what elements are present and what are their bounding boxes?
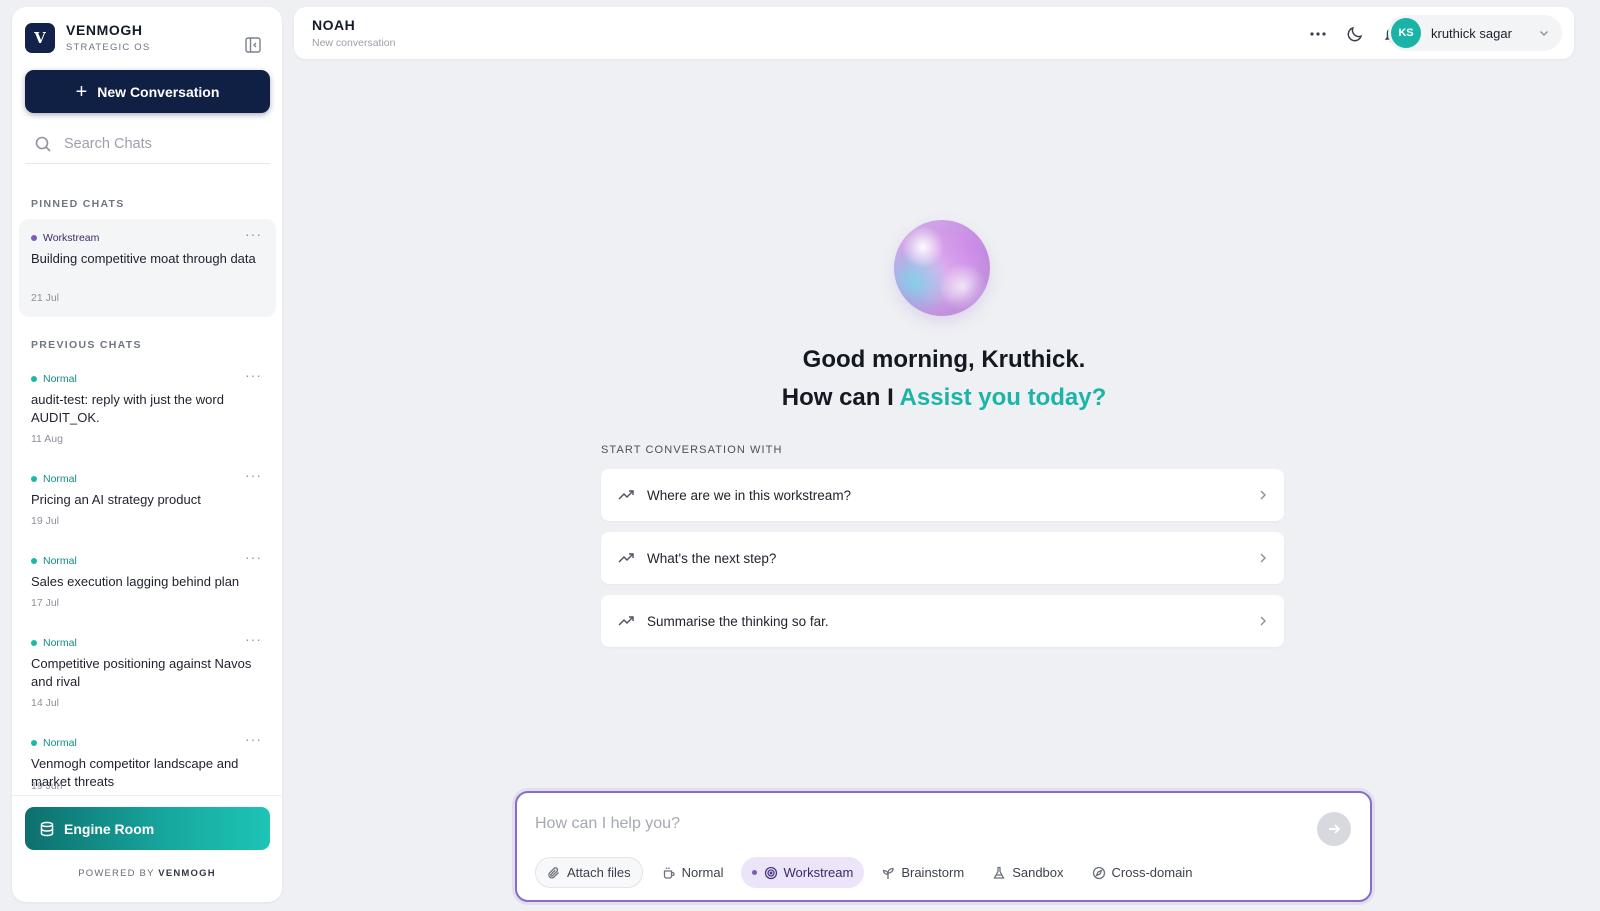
sidebar: V VENMOGH STRATEGIC OS + New Conversatio… (12, 7, 282, 902)
suggestion-card[interactable]: What's the next step? (601, 532, 1284, 584)
chat-item[interactable]: Normal ··· Pricing an AI strategy produc… (19, 460, 276, 534)
message-composer: Attach files Normal Workstream (515, 791, 1372, 902)
previous-chats-label: PREVIOUS CHATS (31, 339, 142, 351)
chat-title: Building competitive moat through data (31, 251, 256, 266)
chat-date: 17 Jul (31, 597, 60, 609)
database-icon (39, 821, 55, 837)
start-conversation-label: START CONVERSATION WITH (601, 444, 783, 456)
chevron-right-icon (1258, 552, 1268, 564)
compass-icon (1092, 866, 1106, 880)
chat-title: Competitive positioning against Navos an… (31, 656, 252, 689)
mode-normal-button[interactable]: Normal (651, 857, 735, 888)
sidebar-divider (12, 795, 282, 796)
brand-name: VENMOGH (66, 22, 143, 38)
chat-title: Venmogh competitor landscape and market … (31, 756, 239, 789)
new-conversation-label: New Conversation (97, 83, 220, 100)
plus-icon: + (75, 80, 88, 103)
chat-tag-normal: Normal (31, 373, 77, 385)
greeting-accent: Assist you today? (899, 384, 1107, 411)
mode-sandbox-button[interactable]: Sandbox (981, 857, 1074, 888)
moon-icon[interactable] (1344, 23, 1366, 45)
chat-date: 14 Jul (31, 697, 60, 709)
brand-logo: V (25, 22, 55, 53)
greeting-subtitle: How can I Assist you today? (781, 384, 1107, 411)
attach-files-button[interactable]: Attach files (535, 857, 643, 888)
chat-item[interactable]: Normal ··· Competitive positioning again… (19, 624, 276, 716)
assistant-orb (894, 220, 990, 316)
chat-title: Pricing an AI strategy product (31, 492, 201, 507)
suggestion-text: Where are we in this workstream? (647, 487, 852, 503)
engine-room-label: Engine Room (64, 820, 155, 837)
paperclip-icon (547, 866, 561, 880)
top-bar: NOAH New conversation 1 KS kruthick saga… (294, 7, 1574, 59)
engine-room-button[interactable]: Engine Room (25, 807, 270, 850)
suggestion-card[interactable]: Where are we in this workstream? (601, 469, 1284, 521)
sidebar-collapse-icon[interactable] (243, 35, 263, 55)
chat-more-icon[interactable]: ··· (245, 631, 262, 647)
chat-more-icon[interactable]: ··· (245, 226, 262, 242)
greeting-title: Good morning, Kruthick. (802, 346, 1086, 373)
page-title: NOAH (312, 17, 356, 33)
suggestion-text: Summarise the thinking so far. (647, 613, 829, 629)
brand: V VENMOGH STRATEGIC OS (25, 22, 150, 53)
chevron-right-icon (1258, 615, 1268, 627)
coffee-cup-icon (662, 866, 676, 880)
avatar: KS (1391, 18, 1421, 48)
chevron-right-icon (1258, 489, 1268, 501)
user-name: kruthick sagar (1431, 25, 1512, 41)
trending-up-icon (617, 549, 635, 567)
chevron-down-icon (1538, 27, 1550, 39)
trending-up-icon (617, 486, 635, 504)
brand-subtitle: STRATEGIC OS (66, 42, 151, 53)
chat-tag-workstream: Workstream (31, 232, 99, 244)
page-subtitle: New conversation (312, 37, 396, 49)
user-menu[interactable]: KS kruthick sagar (1388, 15, 1562, 51)
search-input[interactable] (64, 135, 254, 152)
pinned-chats-label: PINNED CHATS (31, 198, 125, 210)
chat-tag-normal: Normal (31, 473, 77, 485)
chat-date: 19 Jul (31, 515, 60, 527)
target-icon (764, 866, 778, 880)
mode-workstream-button[interactable]: Workstream (740, 857, 865, 888)
send-button[interactable] (1317, 812, 1351, 846)
chat-date: 11 Aug (31, 433, 63, 445)
chat-item[interactable]: Normal ··· Venmogh competitor landscape … (19, 724, 276, 794)
chat-item[interactable]: Normal ··· Sales execution lagging behin… (19, 542, 276, 616)
mode-cross-domain-button[interactable]: Cross-domain (1081, 857, 1204, 888)
flask-icon (992, 866, 1006, 880)
chat-more-icon[interactable]: ··· (245, 367, 262, 383)
pinned-chat-item[interactable]: Workstream ··· Building competitive moat… (19, 219, 276, 317)
search-icon (34, 135, 52, 153)
chat-date: 19 Jun (31, 780, 63, 792)
arrow-right-icon (1327, 822, 1341, 836)
mode-brainstorm-button[interactable]: Brainstorm (870, 857, 975, 888)
powered-by: POWERED BY VENMOGH (78, 868, 216, 879)
chat-title: audit-test: reply with just the word AUD… (31, 392, 224, 425)
trending-up-icon (617, 612, 635, 630)
new-conversation-button[interactable]: + New Conversation (25, 70, 270, 113)
message-input[interactable] (535, 815, 1275, 833)
chat-more-icon[interactable]: ··· (245, 467, 262, 483)
chat-tag-normal: Normal (31, 737, 77, 749)
chat-more-icon[interactable]: ··· (245, 549, 262, 565)
chat-tag-normal: Normal (31, 637, 77, 649)
chat-item[interactable]: Normal ··· audit-test: reply with just t… (19, 360, 276, 452)
suggestion-text: What's the next step? (647, 550, 777, 566)
chat-more-icon[interactable]: ··· (245, 731, 262, 747)
chat-title: Sales execution lagging behind plan (31, 574, 240, 589)
more-horizontal-icon[interactable] (1307, 23, 1329, 45)
composer-toolbar: Attach files Normal Workstream Brainstor… (535, 857, 1209, 888)
search-chats[interactable] (25, 124, 270, 164)
suggestion-card[interactable]: Summarise the thinking so far. (601, 595, 1284, 647)
chat-tag-normal: Normal (31, 555, 77, 567)
sprout-icon (881, 866, 895, 880)
chat-date: 21 Jul (31, 292, 60, 304)
